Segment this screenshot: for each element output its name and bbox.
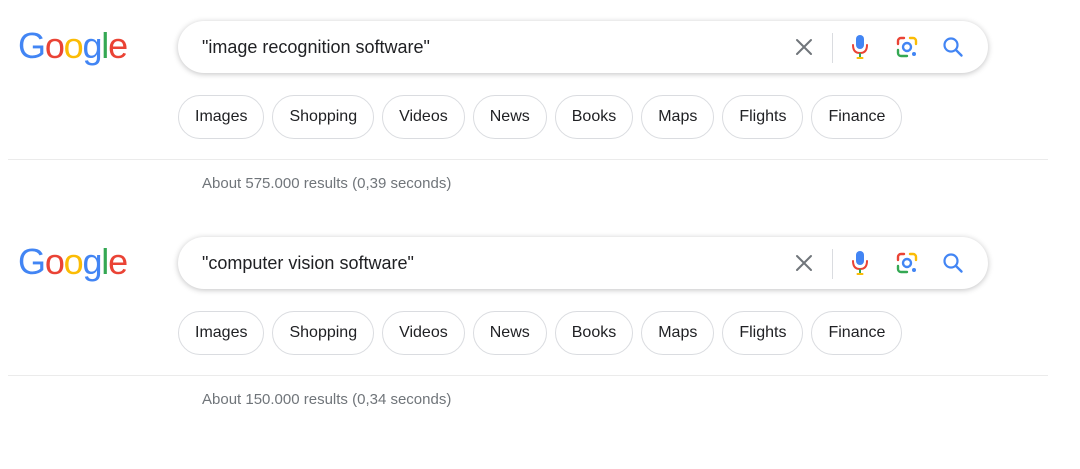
logo-letter: e [108, 25, 128, 66]
filter-chip-images[interactable]: Images [178, 95, 265, 139]
filter-chip-books[interactable]: Books [554, 95, 634, 139]
result-stats: About 150.000 results (0,34 seconds) [202, 391, 452, 408]
google-logo[interactable]: Google [18, 241, 128, 282]
google-lens-icon [896, 252, 918, 274]
logo-letter: e [108, 241, 128, 282]
clear-search-button[interactable] [790, 33, 818, 61]
voice-search-button[interactable] [846, 249, 874, 277]
google-lens-icon [896, 36, 918, 58]
search-result-block-2: Google "computer vision software" Images… [0, 216, 1080, 432]
close-icon [796, 255, 812, 271]
search-icon [943, 37, 963, 57]
logo-letter: G [18, 25, 46, 66]
search-button[interactable] [939, 249, 967, 277]
filter-chip-books[interactable]: Books [554, 311, 634, 355]
search-input[interactable]: "image recognition software" [202, 37, 430, 57]
filter-chip-shopping[interactable]: Shopping [272, 311, 375, 355]
filter-chip-news[interactable]: News [472, 311, 547, 355]
microphone-icon [852, 35, 868, 59]
header-divider [8, 159, 1048, 160]
search-input[interactable]: "computer vision software" [202, 253, 414, 273]
filter-chip-flights[interactable]: Flights [722, 95, 804, 139]
google-logo[interactable]: Google [18, 25, 128, 66]
search-filter-chips: Images Shopping Videos News Books Maps F… [178, 95, 903, 139]
logo-letter: g [82, 241, 102, 282]
filter-chip-flights[interactable]: Flights [722, 311, 804, 355]
filter-chip-finance[interactable]: Finance [811, 95, 903, 139]
close-icon [796, 39, 812, 55]
logo-letter: l [101, 241, 109, 282]
logo-letter: o [63, 241, 84, 282]
filter-chip-videos[interactable]: Videos [382, 311, 465, 355]
microphone-icon [852, 251, 868, 275]
filter-chip-finance[interactable]: Finance [811, 311, 903, 355]
search-button[interactable] [939, 33, 967, 61]
search-divider [832, 249, 833, 279]
search-icon [943, 253, 963, 273]
filter-chip-maps[interactable]: Maps [641, 95, 715, 139]
search-filter-chips: Images Shopping Videos News Books Maps F… [178, 311, 903, 355]
filter-chip-news[interactable]: News [472, 95, 547, 139]
filter-chip-images[interactable]: Images [178, 311, 265, 355]
result-stats: About 575.000 results (0,39 seconds) [202, 175, 452, 192]
voice-search-button[interactable] [846, 33, 874, 61]
search-divider [832, 33, 833, 63]
filter-chip-videos[interactable]: Videos [382, 95, 465, 139]
logo-letter: g [82, 25, 102, 66]
logo-letter: l [101, 25, 109, 66]
logo-letter: G [18, 241, 46, 282]
search-box[interactable]: "image recognition software" [178, 21, 988, 73]
header-divider [8, 375, 1048, 376]
search-by-image-button[interactable] [893, 33, 921, 61]
logo-letter: o [44, 25, 65, 66]
logo-letter: o [63, 25, 84, 66]
search-by-image-button[interactable] [893, 249, 921, 277]
search-result-block-1: Google "image recognition software" Imag… [0, 0, 1080, 216]
filter-chip-maps[interactable]: Maps [641, 311, 715, 355]
clear-search-button[interactable] [790, 249, 818, 277]
logo-letter: o [44, 241, 65, 282]
search-box[interactable]: "computer vision software" [178, 237, 988, 289]
filter-chip-shopping[interactable]: Shopping [272, 95, 375, 139]
